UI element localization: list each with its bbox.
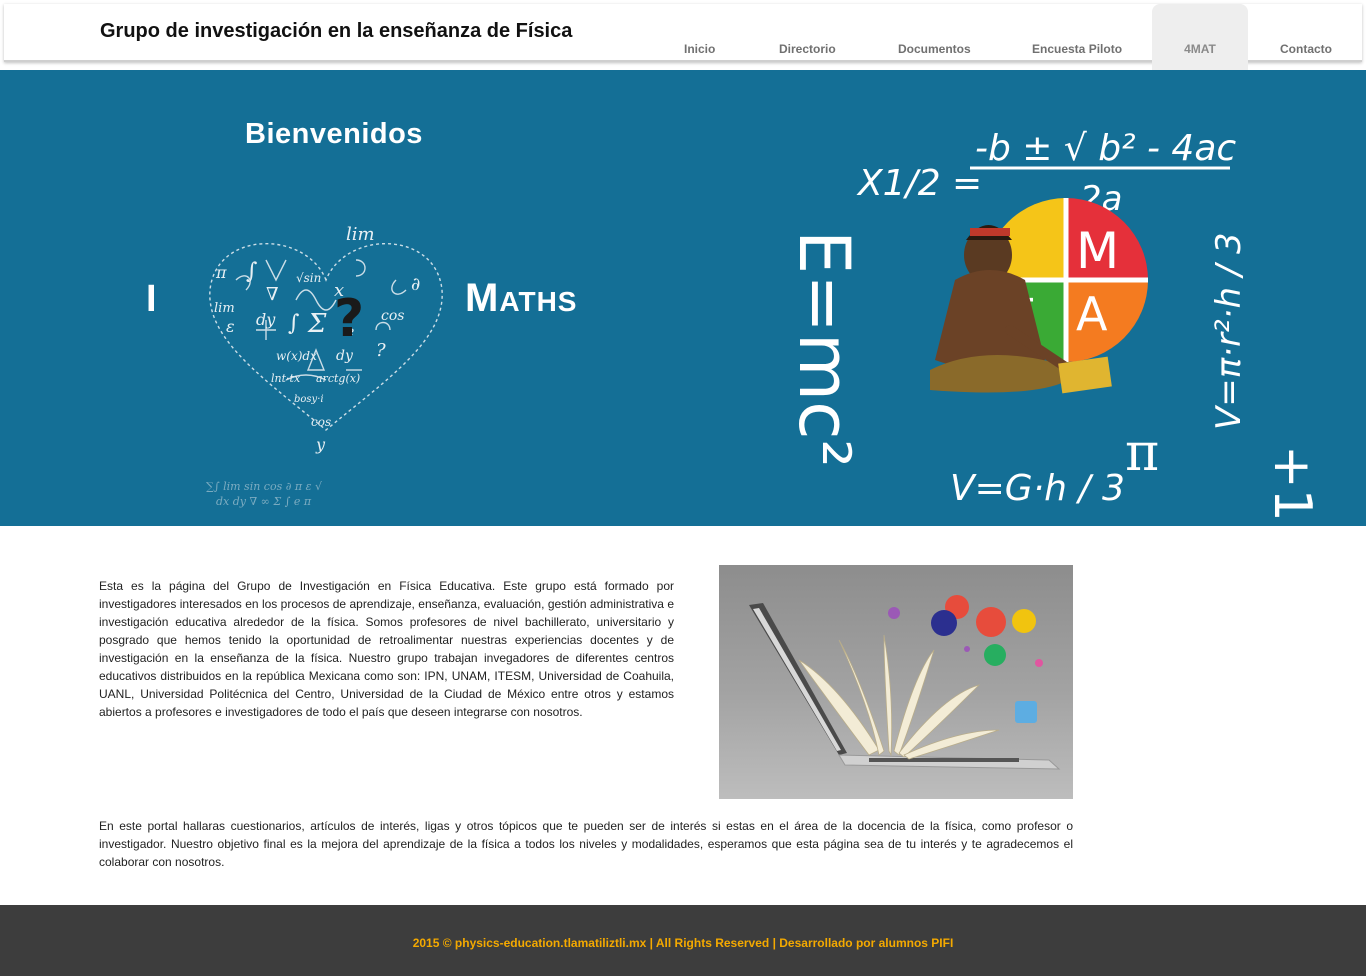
formula-pi: π xyxy=(1125,423,1159,483)
nav-item-encuesta-piloto[interactable]: Encuesta Piloto xyxy=(1032,42,1122,56)
intro-paragraph: Esta es la página del Grupo de Investiga… xyxy=(99,579,674,719)
svg-text:dx dy ∇ ∞ Σ ∫ e π: dx dy ∇ ∞ Σ ∫ e π xyxy=(216,495,312,508)
formula-cone-volume: V=π·r²·h / 3 xyxy=(1209,232,1249,430)
svg-text:π: π xyxy=(215,263,227,282)
svg-text:bosy·i: bosy·i xyxy=(294,394,324,405)
formula-pyramid-volume: V=G·h / 3 xyxy=(950,468,1125,509)
svg-text:lim: lim xyxy=(346,224,375,245)
svg-text:lim: lim xyxy=(214,301,235,316)
nav-item-documentos[interactable]: Documentos xyxy=(898,42,971,56)
svg-text:∫: ∫ xyxy=(246,259,258,284)
svg-text:lnt·tx: lnt·tx xyxy=(271,372,301,385)
svg-text:∇: ∇ xyxy=(266,284,279,305)
svg-text:?: ? xyxy=(334,289,364,349)
svg-text:w(x)dx: w(x)dx xyxy=(276,349,317,363)
nav-item-contacto[interactable]: Contacto xyxy=(1280,42,1332,56)
main-content: Esta es la página del Grupo de Investiga… xyxy=(0,526,1366,906)
maths-word: Maths xyxy=(465,276,578,320)
svg-text:∂: ∂ xyxy=(411,274,420,295)
svg-text:?: ? xyxy=(376,340,386,361)
logo-letter-m: M xyxy=(1076,222,1119,280)
svg-text:∑∫ lim sin cos ∂ π ε √: ∑∫ lim sin cos ∂ π ε √ xyxy=(206,480,323,493)
laptop-book-image xyxy=(719,565,1073,799)
svg-text:ε: ε xyxy=(226,317,235,336)
welcome-heading: Bienvenidos xyxy=(245,118,423,150)
footer-copyright: 2015 © physics-education.tlamatiliztli.m… xyxy=(412,936,954,950)
svg-text:√sin: √sin xyxy=(296,271,321,285)
svg-text:Σ: Σ xyxy=(307,309,327,339)
laptop-book-illustration xyxy=(749,595,1061,770)
formula-emc: E=mc² xyxy=(783,230,865,468)
svg-text:∫: ∫ xyxy=(288,311,300,336)
svg-text:y: y xyxy=(315,435,326,454)
nav-item-directorio[interactable]: Directorio xyxy=(779,42,836,56)
svg-text:dy: dy xyxy=(336,348,354,364)
svg-text:dy: dy xyxy=(256,310,276,329)
logo-letter-a: A xyxy=(1076,287,1108,341)
formula-plus-one: +1 xyxy=(1262,445,1322,520)
portal-paragraph: En este portal hallaras cuestionarios, a… xyxy=(99,819,1073,869)
hero-banner: Bienvenidos I Maths lim π ∫ ∇ √sin x lim… xyxy=(0,70,1366,526)
svg-text:cos: cos xyxy=(381,308,404,324)
math-heart-illustration: lim π ∫ ∇ √sin x lim ε dy ∫ Σ e cos ∂ w(… xyxy=(206,224,443,508)
formula-x-half: X1/2 = xyxy=(856,163,982,204)
svg-text:arctg(x): arctg(x) xyxy=(316,372,360,385)
formula-board-illustration: X1/2 = -b ± √ b² - 4ac 2a E=mc² V=π·r²·h… xyxy=(783,128,1322,520)
i-love-letter: I xyxy=(146,278,157,320)
nav-item-inicio[interactable]: Inicio xyxy=(684,42,715,56)
site-footer: 2015 © physics-education.tlamatiliztli.m… xyxy=(0,905,1366,976)
svg-text:cos: cos xyxy=(311,415,331,429)
formula-quadratic-numerator: -b ± √ b² - 4ac xyxy=(975,128,1236,169)
page: Grupo de investigación en la enseñanza d… xyxy=(0,0,1366,976)
